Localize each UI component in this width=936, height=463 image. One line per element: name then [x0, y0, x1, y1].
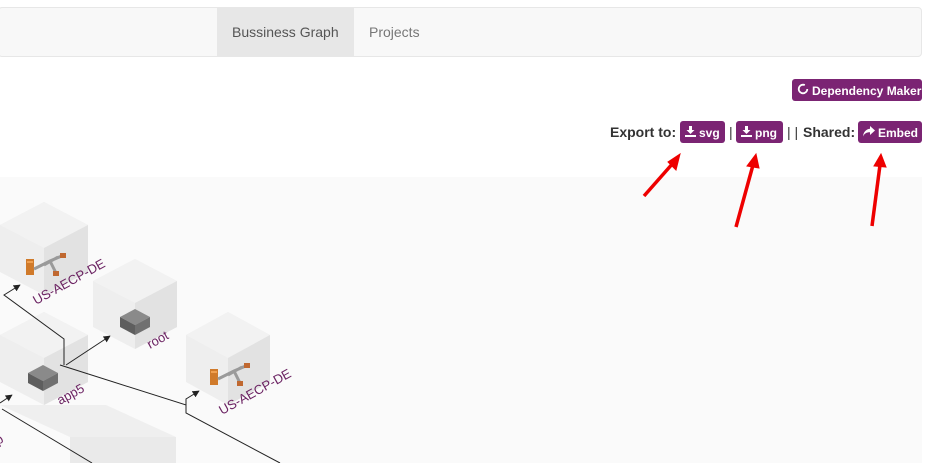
circle-notch-icon — [797, 80, 809, 102]
export-svg-label: svg — [699, 125, 720, 140]
export-to-label: Export to: — [610, 124, 677, 140]
download-icon — [741, 122, 752, 144]
embed-button[interactable]: Embed — [858, 121, 922, 143]
dependency-maker-button[interactable]: Dependency Maker — [792, 79, 922, 101]
graph-node-root[interactable]: root — [93, 259, 177, 352]
tab-bussiness-graph[interactable]: Bussiness Graph — [217, 8, 354, 56]
graph-canvas[interactable]: US-AECP-DE root app5 US-AECP-DE p — [0, 177, 922, 463]
graph-node-app5[interactable]: app5 — [0, 312, 88, 408]
graph-node-us-aecp-de-2[interactable]: US-AECP-DE — [186, 312, 294, 418]
graph-node-partial[interactable]: p — [0, 405, 176, 463]
top-navbar: Bussiness Graph Projects — [0, 7, 922, 57]
separator: | — [729, 124, 733, 140]
export-png-button[interactable]: png — [736, 121, 783, 143]
tab-projects[interactable]: Projects — [354, 8, 431, 56]
export-svg-button[interactable]: svg — [680, 121, 725, 143]
graph-svg: US-AECP-DE root app5 US-AECP-DE p — [0, 202, 294, 463]
shared-label: Shared: — [803, 124, 856, 140]
dependency-maker-label: Dependency Maker — [812, 83, 922, 98]
node-label: p — [0, 431, 6, 448]
export-png-label: png — [755, 125, 777, 140]
download-icon — [685, 122, 696, 144]
embed-label: Embed — [878, 125, 919, 140]
graph-node-us-aecp-de-1[interactable]: US-AECP-DE — [0, 202, 108, 308]
separator: | | — [787, 124, 799, 140]
share-icon — [863, 122, 875, 144]
